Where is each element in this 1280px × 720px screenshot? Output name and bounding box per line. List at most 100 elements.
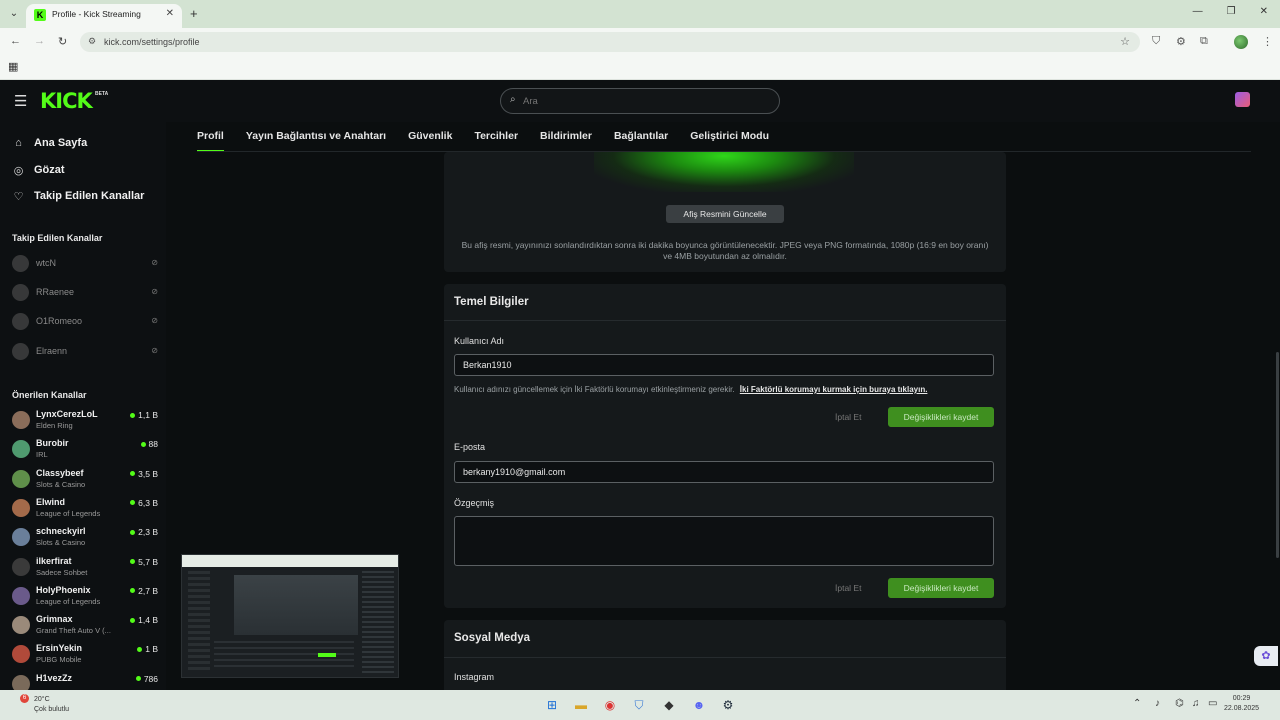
channel-name: RRaenee bbox=[36, 287, 75, 297]
recommended-channel[interactable]: Burobir IRL 88 bbox=[12, 436, 160, 462]
bookmark-star-icon[interactable]: ☆ bbox=[1120, 35, 1130, 48]
viewer-count-value: 786 bbox=[143, 673, 158, 684]
back-icon[interactable]: ← bbox=[10, 35, 21, 47]
discord-icon[interactable]: ☻ bbox=[690, 696, 708, 714]
recommended-channel[interactable]: Grimnax Grand Theft Auto V (... 1,4 B bbox=[12, 612, 160, 638]
username-input[interactable] bbox=[454, 354, 994, 376]
channel-name: O1Romeoo bbox=[36, 316, 83, 326]
preview-sidebar bbox=[188, 571, 210, 671]
battery-icon[interactable]: ▭ bbox=[1208, 698, 1217, 709]
live-dot-icon bbox=[130, 412, 136, 418]
preview-chat bbox=[362, 571, 394, 675]
tab-notifications[interactable]: Bildirimler bbox=[540, 122, 592, 152]
tab-security[interactable]: Güvenlik bbox=[408, 122, 452, 152]
tab-connections[interactable]: Bağlantılar bbox=[614, 122, 668, 152]
email-input[interactable] bbox=[454, 461, 994, 483]
followed-channel[interactable]: O1Romeoo ⊘ bbox=[12, 311, 160, 333]
username-hint-text: Kullanıcı adınızı güncellemek için İki F… bbox=[454, 385, 735, 394]
cancel-profile-button[interactable]: İptal Et bbox=[835, 583, 861, 593]
menu-hamburger-icon[interactable]: ☰ bbox=[14, 92, 27, 110]
sidebar-item-browse[interactable]: ◎ Gözat bbox=[12, 161, 65, 179]
browser-profile-avatar[interactable] bbox=[1234, 35, 1248, 49]
save-profile-button[interactable]: Değişiklikleri kaydet bbox=[888, 578, 994, 598]
reload-icon[interactable]: ↻ bbox=[58, 35, 67, 48]
tray-chevron-icon[interactable]: ⌃ bbox=[1133, 698, 1141, 709]
tab-search-icon[interactable]: ⌄ bbox=[6, 6, 22, 22]
recommended-channel[interactable]: ilkerfirat Sadece Sohbet 5,7 B bbox=[12, 554, 160, 580]
restore-icon[interactable]: ❐ bbox=[1227, 6, 1236, 17]
floating-extension-icon[interactable]: ✿ bbox=[1254, 646, 1278, 666]
microphone-icon[interactable]: ♪ bbox=[1155, 698, 1160, 709]
recommended-channel[interactable]: H1vezZz 786 bbox=[12, 671, 160, 690]
tab-close-icon[interactable]: ✕ bbox=[166, 8, 174, 19]
sidebar-item-label: Gözat bbox=[34, 164, 65, 176]
cancel-username-button[interactable]: İptal Et bbox=[835, 412, 861, 422]
defender-icon[interactable]: ⛉ bbox=[630, 696, 648, 714]
recommended-channel[interactable]: Classybeef Slots & Casino 3,5 B bbox=[12, 466, 160, 492]
channel-name: ilkerfirat bbox=[36, 555, 72, 566]
recommended-channel[interactable]: HolyPhoenix League of Legends 2,7 B bbox=[12, 583, 160, 609]
window-preview-thumbnail[interactable] bbox=[181, 554, 399, 678]
browser-menu-icon[interactable]: ⋮ bbox=[1262, 35, 1273, 48]
forward-icon[interactable]: → bbox=[34, 35, 45, 47]
recommended-channel[interactable]: Elwind League of Legends 6,3 B bbox=[12, 495, 160, 521]
followed-channel[interactable]: wtcN ⊘ bbox=[12, 253, 160, 275]
search-input[interactable] bbox=[523, 92, 763, 110]
tab-profile[interactable]: Profil bbox=[197, 122, 224, 152]
browser-tab[interactable]: K Profile - Kick Streaming ✕ bbox=[26, 4, 182, 28]
divider bbox=[444, 657, 1006, 658]
minimize-icon[interactable]: — bbox=[1193, 6, 1203, 17]
followed-channel[interactable]: Elraenn ⊘ bbox=[12, 341, 160, 363]
bio-textarea[interactable] bbox=[454, 516, 994, 566]
viewer-count-value: 2,7 B bbox=[138, 585, 158, 596]
avatar bbox=[12, 284, 29, 301]
recommended-channel[interactable]: LynxCerezLoL Elden Ring 1,1 B bbox=[12, 407, 160, 433]
bio-label: Özgeçmiş bbox=[454, 498, 495, 508]
windows-start-icon[interactable]: ⊞ bbox=[543, 696, 561, 714]
channel-name: Grimnax bbox=[36, 614, 73, 625]
extensions-icon[interactable]: ⧉ bbox=[1200, 35, 1208, 48]
channel-name: Elraenn bbox=[36, 346, 68, 356]
save-username-button[interactable]: Değişiklikleri kaydet bbox=[888, 407, 994, 427]
user-avatar[interactable] bbox=[1235, 92, 1250, 107]
page-scrollbar[interactable] bbox=[1276, 352, 1279, 558]
volume-icon[interactable]: ♫ bbox=[1192, 698, 1200, 709]
channel-category: PUBG Mobile bbox=[36, 655, 82, 665]
steam-icon[interactable]: ⚙ bbox=[719, 696, 737, 714]
file-explorer-icon[interactable]: ▬ bbox=[572, 696, 590, 714]
tab-stream-key[interactable]: Yayın Bağlantısı ve Anahtarı bbox=[246, 122, 386, 152]
sidebar: ⌂ Ana Sayfa ◎ Gözat ♡ Takip Edilen Kanal… bbox=[0, 122, 166, 690]
divider bbox=[444, 320, 1006, 321]
two-factor-link[interactable]: İki Faktörlü korumayı kurmak için buraya… bbox=[740, 385, 928, 394]
extension-puzzle-icon[interactable]: ⚙ bbox=[1176, 35, 1186, 48]
live-dot-icon bbox=[137, 646, 143, 652]
taskbar-clock[interactable]: 00:29 22.08.2025 bbox=[1224, 694, 1259, 714]
tab-preferences[interactable]: Tercihler bbox=[474, 122, 518, 152]
sidebar-item-following[interactable]: ♡ Takip Edilen Kanallar bbox=[12, 187, 145, 205]
preview-titlebar bbox=[182, 555, 398, 567]
network-icon[interactable]: ⌬ bbox=[1175, 698, 1184, 709]
url-field[interactable]: ⚙ kick.com/settings/profile ☆ bbox=[80, 32, 1140, 52]
new-tab-icon[interactable]: + bbox=[190, 6, 198, 21]
channel-category: Slots & Casino bbox=[36, 538, 86, 548]
apps-grid-icon[interactable]: ▦ bbox=[8, 60, 18, 73]
site-info-icon[interactable]: ⚙ bbox=[88, 36, 96, 47]
recommended-channel[interactable]: schneckyirl Slots & Casino 2,3 B bbox=[12, 524, 160, 550]
windows-taskbar: 6 20°C Çok bulutlu ⊞ ▬ ◉ ⛉ ◆ ☻ ⚙ ⌃ ♪ ⌬ ♫… bbox=[0, 690, 1280, 720]
search-box[interactable]: ⌕ bbox=[500, 88, 780, 114]
sidebar-item-home[interactable]: ⌂ Ana Sayfa bbox=[12, 134, 87, 152]
followed-channel[interactable]: RRaenee ⊘ bbox=[12, 282, 160, 304]
viewer-count-value: 1 B bbox=[145, 644, 158, 655]
update-banner-button[interactable]: Afiş Resmini Güncelle bbox=[666, 205, 784, 223]
sidebar-item-label: Takip Edilen Kanallar bbox=[34, 190, 145, 202]
app-icon[interactable]: ◆ bbox=[660, 696, 678, 714]
chrome-icon[interactable]: ◉ bbox=[601, 696, 619, 714]
avatar bbox=[12, 343, 29, 360]
channel-name: LynxCerezLoL bbox=[36, 409, 98, 419]
recommended-channel[interactable]: ErsinYekin PUBG Mobile 1 B bbox=[12, 641, 160, 667]
window-close-icon[interactable]: ✕ bbox=[1260, 6, 1268, 17]
kick-logo[interactable]: KICK bbox=[40, 89, 93, 113]
extension-shield-icon[interactable]: ⛉ bbox=[1152, 35, 1160, 48]
tab-developer[interactable]: Geliştirici Modu bbox=[690, 122, 769, 152]
weather-widget[interactable]: 6 20°C Çok bulutlu bbox=[8, 694, 98, 716]
